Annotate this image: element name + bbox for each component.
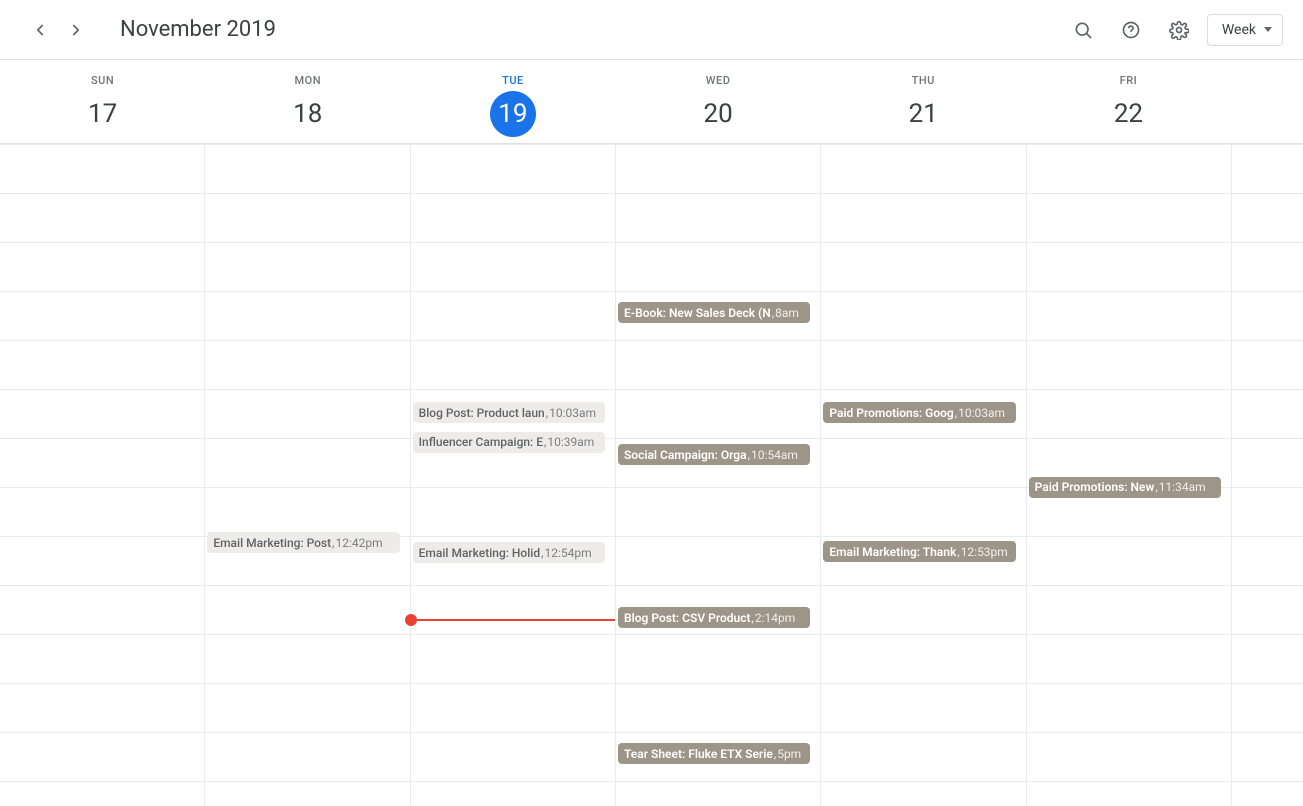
help-icon: [1121, 20, 1141, 40]
now-indicator-dot: [405, 614, 417, 626]
chevron-right-icon: [67, 21, 85, 39]
calendar-event[interactable]: Email Marketing: Post , 12:42pm: [207, 532, 399, 553]
settings-button[interactable]: [1159, 10, 1199, 50]
event-title: Paid Promotions: New: [1035, 477, 1155, 497]
event-title: Email Marketing: Post: [213, 533, 331, 553]
day-column-tue[interactable]: Blog Post: Product laun, 10:03am Influenc…: [410, 144, 615, 806]
event-title: E-Book: New Sales Deck (N: [624, 303, 771, 323]
prev-button[interactable]: [24, 14, 56, 46]
calendar-event[interactable]: Email Marketing: Thank, 12:53pm: [823, 541, 1015, 562]
event-separator: ,: [332, 533, 334, 553]
event-time: 8am: [775, 303, 799, 323]
day-number[interactable]: 22: [1105, 91, 1151, 137]
event-separator: ,: [774, 744, 776, 764]
day-of-week-label: WED: [706, 74, 731, 87]
gear-icon: [1169, 20, 1189, 40]
event-time: 11:34am: [1159, 477, 1206, 497]
calendar-event[interactable]: Blog Post: CSV Product , 2:14pm: [618, 607, 810, 628]
day-column-sat[interactable]: [1231, 144, 1303, 806]
day-of-week-label: SUN: [91, 74, 114, 87]
event-time: 12:54pm: [545, 543, 592, 563]
caret-down-icon: [1264, 27, 1272, 32]
day-of-week-label: MON: [295, 74, 322, 87]
calendar-event[interactable]: Blog Post: Product laun, 10:03am: [413, 402, 605, 423]
day-of-week-label: FRI: [1120, 74, 1138, 87]
day-column-fri[interactable]: Paid Promotions: New , 11:34am: [1026, 144, 1231, 806]
event-separator: ,: [544, 432, 546, 452]
event-separator: ,: [1155, 477, 1157, 497]
day-number[interactable]: 18: [285, 91, 331, 137]
event-separator: ,: [546, 403, 548, 423]
event-separator: ,: [957, 542, 959, 562]
day-header-fri[interactable]: FRI 22: [1026, 60, 1231, 143]
day-number[interactable]: 21: [900, 91, 946, 137]
calendar-event[interactable]: Paid Promotions: New , 11:34am: [1029, 477, 1221, 498]
event-separator: ,: [752, 608, 754, 628]
day-header-wed[interactable]: WED 20: [616, 60, 821, 143]
event-separator: ,: [955, 403, 957, 423]
calendar-event[interactable]: E-Book: New Sales Deck (N, 8am: [618, 302, 810, 323]
day-columns: Email Marketing: Post , 12:42pm Blog Pos…: [0, 144, 1303, 806]
event-title: Paid Promotions: Goog: [829, 403, 953, 423]
page-title: November 2019: [120, 17, 276, 42]
day-header-sat[interactable]: [1231, 60, 1303, 143]
event-time: 10:54am: [751, 445, 798, 465]
event-time: 5pm: [777, 744, 801, 764]
chevron-left-icon: [31, 21, 49, 39]
now-indicator-line: [411, 619, 615, 621]
event-time: 10:39am: [547, 432, 594, 452]
event-title: Influencer Campaign: E: [419, 432, 543, 452]
help-button[interactable]: [1111, 10, 1151, 50]
day-of-week-label: THU: [912, 74, 935, 87]
day-number[interactable]: 17: [80, 91, 126, 137]
header-actions: Week: [1063, 10, 1283, 50]
calendar-event[interactable]: Influencer Campaign: E, 10:39am: [413, 432, 605, 453]
event-time: 12:53pm: [961, 542, 1008, 562]
view-selector[interactable]: Week: [1207, 14, 1283, 46]
event-time: 12:42pm: [336, 533, 383, 553]
day-header-tue[interactable]: TUE 19: [410, 60, 615, 143]
event-title: Email Marketing: Holid: [419, 543, 540, 563]
calendar-event[interactable]: Paid Promotions: Goog, 10:03am: [823, 402, 1015, 423]
event-time: 10:03am: [958, 403, 1005, 423]
day-column-mon[interactable]: Email Marketing: Post , 12:42pm: [204, 144, 409, 806]
event-title: Blog Post: Product laun: [419, 403, 545, 423]
day-of-week-label: TUE: [502, 74, 524, 87]
event-separator: ,: [772, 303, 774, 323]
day-number[interactable]: 20: [695, 91, 741, 137]
day-header-sun[interactable]: SUN 17: [0, 60, 205, 143]
event-separator: ,: [748, 445, 750, 465]
day-column-thu[interactable]: Paid Promotions: Goog, 10:03am Email Mark…: [820, 144, 1025, 806]
day-header-mon[interactable]: MON 18: [205, 60, 410, 143]
day-column-sun[interactable]: [0, 144, 204, 806]
view-selector-label: Week: [1222, 22, 1256, 38]
event-title: Email Marketing: Thank: [829, 542, 956, 562]
day-header-thu[interactable]: THU 21: [821, 60, 1026, 143]
calendar-event[interactable]: Tear Sheet: Fluke ETX Serie, 5pm: [618, 743, 810, 764]
day-header-row: SUN 17 MON 18 TUE 19 WED 20 THU 21 FRI 2…: [0, 60, 1303, 144]
calendar-event[interactable]: Email Marketing: Holid, 12:54pm: [413, 542, 605, 563]
search-icon: [1073, 20, 1093, 40]
event-title: Tear Sheet: Fluke ETX Serie: [624, 744, 773, 764]
search-button[interactable]: [1063, 10, 1103, 50]
nav-arrows: [24, 14, 92, 46]
event-title: Social Campaign: Orga: [624, 445, 747, 465]
event-time: 2:14pm: [755, 608, 795, 628]
calendar-grid[interactable]: Email Marketing: Post , 12:42pm Blog Pos…: [0, 144, 1303, 806]
day-number[interactable]: 19: [490, 91, 536, 137]
event-separator: ,: [541, 543, 543, 563]
day-column-wed[interactable]: E-Book: New Sales Deck (N, 8am Social Cam…: [615, 144, 820, 806]
header-bar: November 2019 Week: [0, 0, 1303, 60]
calendar-event[interactable]: Social Campaign: Orga, 10:54am: [618, 444, 810, 465]
event-title: Blog Post: CSV Product: [624, 608, 751, 628]
next-button[interactable]: [60, 14, 92, 46]
event-time: 10:03am: [549, 403, 596, 423]
